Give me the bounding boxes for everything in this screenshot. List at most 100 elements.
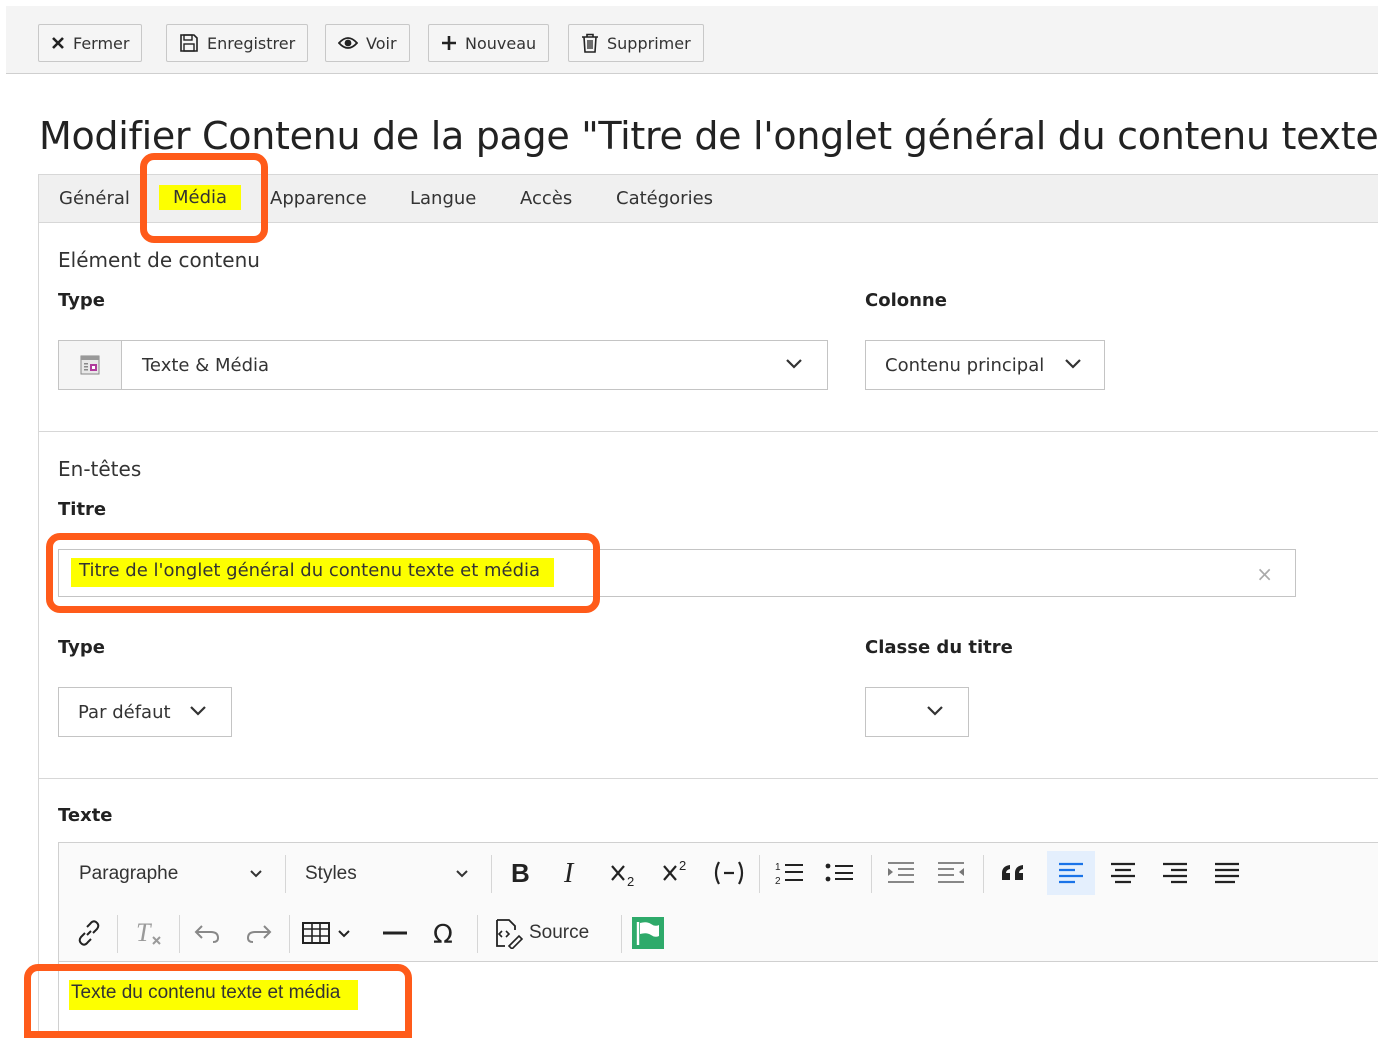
paragraph-format-select[interactable]: Paragraphe (79, 859, 178, 889)
delete-button[interactable]: Supprimer (568, 24, 704, 62)
horizontal-line-icon[interactable] (375, 913, 415, 953)
align-center-icon[interactable] (1103, 853, 1143, 893)
header-class-label: Classe du titre (865, 637, 1013, 658)
toolbar-separator (983, 855, 984, 893)
remove-format-icon[interactable]: T (129, 913, 169, 953)
redo-icon[interactable] (239, 913, 279, 953)
blockquote-icon[interactable] (993, 853, 1033, 893)
page-title: Modifier Contenu de la page "Titre de l'… (39, 114, 1378, 158)
section-divider (39, 431, 1378, 432)
svg-text:B: B (511, 860, 530, 886)
outdent-icon[interactable] (881, 853, 921, 893)
special-chars-icon[interactable]: Ω (425, 913, 465, 953)
doc-header-toolbar: Fermer Enregistrer Voir Nouveau Supprime… (6, 6, 1378, 74)
source-icon (496, 919, 523, 949)
tab-bar: Général Média Apparence Langue Accès Cat… (39, 175, 1378, 223)
content-type-select[interactable]: Texte & Média (58, 340, 828, 390)
bold-icon[interactable]: B (505, 853, 535, 893)
eye-icon (338, 37, 358, 49)
chevron-down-icon (190, 706, 206, 716)
header-type-select[interactable]: Par défaut (58, 687, 232, 737)
svg-text:1: 1 (775, 862, 781, 873)
table-icon[interactable] (299, 913, 359, 953)
chevron-down-icon (1065, 359, 1081, 369)
tab-media[interactable]: Média (159, 185, 242, 210)
align-left-icon[interactable] (1047, 851, 1095, 895)
column-value: Contenu principal (885, 354, 1045, 376)
rte-toolbar: Paragraphe Styles B I 2 2 12 T Ω Source (58, 842, 1378, 962)
svg-text:2: 2 (627, 874, 634, 888)
new-button-label: Nouveau (465, 33, 537, 53)
svg-text:T: T (136, 919, 152, 947)
chevron-down-icon (250, 870, 262, 878)
header-type-value: Par défaut (78, 701, 171, 723)
title-input[interactable]: Titre de l'onglet général du contenu tex… (58, 549, 1296, 597)
trash-icon (582, 33, 598, 53)
text-media-icon (80, 355, 100, 375)
svg-text:Ω: Ω (433, 920, 453, 947)
styles-value: Styles (305, 863, 357, 884)
column-label: Colonne (865, 290, 947, 311)
chevron-down-icon (786, 359, 802, 369)
rte-content-area[interactable]: Texte du contenu texte et média (58, 962, 1378, 1038)
toolbar-separator (491, 855, 492, 893)
toolbar-separator (285, 855, 286, 893)
toolbar-separator (117, 915, 118, 953)
tab-categories[interactable]: Catégories (616, 188, 713, 209)
source-label: Source (529, 922, 590, 943)
chevron-down-icon (927, 706, 943, 716)
bulleted-list-icon[interactable] (819, 853, 859, 893)
styles-select[interactable]: Styles (305, 859, 357, 889)
align-right-icon[interactable] (1155, 853, 1195, 893)
title-label: Titre (58, 499, 107, 520)
toolbar-separator (759, 855, 760, 893)
headers-section-title: En-têtes (58, 457, 142, 481)
paragraph-format-value: Paragraphe (79, 863, 179, 884)
indent-icon[interactable] (931, 853, 971, 893)
numbered-list-icon[interactable]: 12 (769, 853, 809, 893)
close-button[interactable]: Fermer (38, 24, 143, 62)
toolbar-separator (179, 915, 180, 953)
undo-icon[interactable] (187, 913, 227, 953)
link-icon[interactable] (71, 913, 107, 953)
svg-text:2: 2 (679, 858, 686, 873)
content-element-section-title: Elément de contenu (58, 248, 260, 272)
text-label: Texte (58, 805, 113, 826)
section-divider (39, 778, 1378, 779)
close-button-label: Fermer (73, 33, 130, 53)
toolbar-separator (621, 915, 622, 953)
close-icon (52, 37, 64, 49)
italic-icon[interactable]: I (557, 853, 587, 893)
save-icon (180, 34, 198, 52)
save-button-label: Enregistrer (207, 33, 296, 53)
clear-icon[interactable]: × (1256, 562, 1273, 586)
view-button[interactable]: Voir (325, 24, 410, 62)
flag-icon[interactable] (631, 913, 665, 953)
superscript-icon[interactable]: 2 (659, 853, 695, 893)
view-button-label: Voir (366, 33, 397, 53)
content-type-icon-box (59, 341, 122, 389)
chevron-down-icon (456, 870, 468, 878)
tab-access[interactable]: Accès (520, 188, 572, 209)
header-type-label: Type (58, 637, 105, 658)
delete-button-label: Supprimer (607, 33, 691, 53)
subscript-icon[interactable]: 2 (607, 853, 643, 893)
tab-general[interactable]: Général (59, 188, 130, 209)
align-justify-icon[interactable] (1207, 853, 1247, 893)
source-button[interactable]: Source (491, 913, 589, 953)
new-button[interactable]: Nouveau (428, 24, 550, 62)
tab-language[interactable]: Langue (410, 188, 476, 209)
soft-hyphen-icon[interactable] (709, 853, 749, 893)
save-button[interactable]: Enregistrer (166, 24, 309, 62)
title-input-value: Titre de l'onglet général du contenu tex… (71, 558, 555, 587)
toolbar-separator (477, 915, 478, 953)
toolbar-separator (289, 915, 290, 953)
tab-appearance[interactable]: Apparence (270, 188, 367, 209)
toolbar-separator (871, 855, 872, 893)
content-type-value: Texte & Média (142, 354, 270, 376)
column-select[interactable]: Contenu principal (865, 340, 1105, 390)
header-class-select[interactable] (865, 687, 969, 737)
rte-content-text: Texte du contenu texte et média (69, 980, 359, 1010)
svg-text:I: I (563, 860, 575, 886)
svg-text:2: 2 (775, 876, 781, 887)
